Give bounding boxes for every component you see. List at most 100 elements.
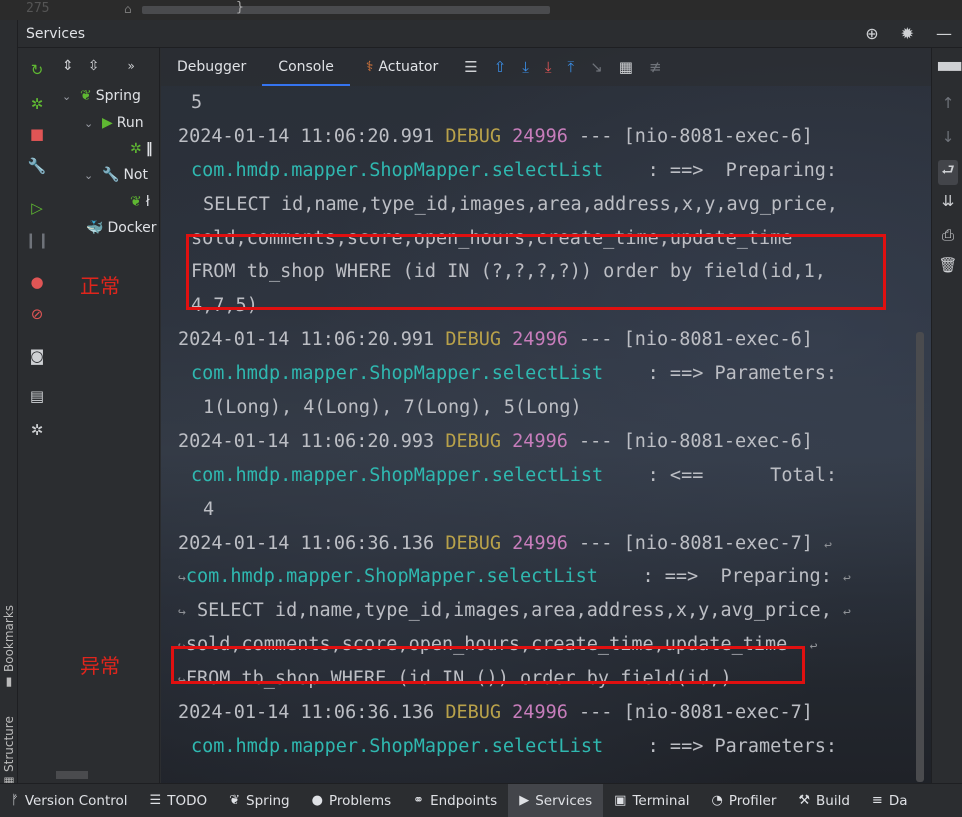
tab-debugger[interactable]: Debugger bbox=[161, 48, 262, 86]
bottom-tab-profiler[interactable]: ◔ Profiler bbox=[701, 784, 788, 817]
log-line: ↪com.hmdp.mapper.ShopMapper.selectList :… bbox=[178, 560, 918, 594]
bookmarks-tool-tab[interactable]: ▮ Bookmarks bbox=[0, 580, 18, 690]
log-thread: [nio-8081-exec-7] bbox=[623, 532, 813, 554]
tab-label: Debugger bbox=[177, 59, 247, 75]
tab-console[interactable]: Console bbox=[262, 48, 350, 86]
gear-icon[interactable]: ✹ bbox=[901, 24, 914, 43]
bottom-tab-build[interactable]: ⚒ Build bbox=[787, 784, 861, 817]
tree-item-not-started[interactable]: ⌄ 🔧 Not bbox=[84, 167, 148, 183]
tab-actuator[interactable]: ⚕ Actuator bbox=[350, 48, 454, 86]
log-line: 2024-01-14 11:06:20.993 DEBUG 24996 --- … bbox=[178, 425, 918, 459]
debug-bug-icon[interactable]: ✲ bbox=[27, 94, 47, 114]
log-level: DEBUG bbox=[445, 430, 502, 452]
soft-wrap-start-icon: ↪ bbox=[178, 605, 186, 621]
database-icon: ≡ bbox=[871, 793, 883, 808]
warning-icon: ● bbox=[311, 793, 323, 808]
pause-icon[interactable]: ❙❙ bbox=[24, 230, 49, 250]
log-thread: [nio-8081-exec-6] bbox=[623, 430, 813, 452]
bottom-tab-label: Build bbox=[816, 792, 850, 809]
breakpoints-icon[interactable]: ● bbox=[27, 272, 47, 292]
bottom-tab-todo[interactable]: ☰ TODO bbox=[139, 784, 219, 817]
log-line: 1(Long), 4(Long), 7(Long), 5(Long) bbox=[178, 391, 918, 425]
bottom-tab-label: Terminal bbox=[632, 792, 690, 809]
log-separator: --- bbox=[579, 125, 613, 147]
log-timestamp: 2024-01-14 11:06:20.993 bbox=[178, 430, 435, 452]
soft-wrap-end-icon: ↩ bbox=[809, 639, 818, 655]
docker-icon: 🐳 bbox=[86, 220, 104, 236]
debug-bug-icon: ✲ bbox=[130, 141, 142, 157]
annotation-normal: 正常 bbox=[80, 274, 120, 298]
services-header: Services ⊕ ✹ — bbox=[18, 20, 962, 48]
log-text: 5 bbox=[191, 92, 203, 113]
bookmarks-label: Bookmarks bbox=[2, 604, 16, 672]
soft-wrap-end-icon: ↩ bbox=[824, 537, 832, 553]
soft-wrap-icon[interactable]: ⮐ bbox=[938, 160, 958, 185]
console-vertical-scrollbar[interactable] bbox=[916, 332, 924, 782]
left-tool-stripe: ▮ Bookmarks ▦ Structure bbox=[0, 20, 18, 790]
tree-item-app-run[interactable]: ✲ ‖ bbox=[130, 141, 153, 157]
line-number: 275 bbox=[26, 1, 50, 16]
layout-icon[interactable]: ▤ bbox=[27, 386, 47, 406]
trace-icon[interactable]: ≢ bbox=[649, 58, 662, 76]
log-timestamp: 2024-01-14 11:06:20.991 bbox=[178, 329, 435, 351]
menu-icon[interactable]: ☰ bbox=[464, 58, 477, 76]
trash-icon[interactable]: 🗑 bbox=[938, 256, 958, 274]
settings-icon[interactable]: ✲ bbox=[27, 420, 47, 440]
hammer-icon: ⚒ bbox=[798, 793, 811, 808]
arrow-down-icon[interactable]: ↓ bbox=[938, 128, 958, 146]
minimize-icon[interactable]: — bbox=[936, 24, 952, 43]
expand-all-icon[interactable]: ⇕ bbox=[62, 58, 74, 74]
bottom-tab-spring[interactable]: ❦ Spring bbox=[218, 784, 300, 817]
run-to-cursor-icon[interactable]: ↘ bbox=[590, 58, 603, 76]
bottom-tab-endpoints[interactable]: ⚭ Endpoints bbox=[402, 784, 508, 817]
log-timestamp: 2024-01-14 11:06:36.136 bbox=[178, 532, 435, 554]
show-execution-point-icon[interactable]: ⇧ bbox=[494, 58, 507, 76]
log-pid: 24996 bbox=[512, 329, 568, 351]
log-line: 5 bbox=[178, 86, 918, 120]
tree-item-run[interactable]: ⌄ ▶ Run bbox=[84, 115, 144, 131]
target-icon[interactable]: ⊕ bbox=[865, 24, 878, 43]
bottom-tab-da[interactable]: ≡ Da bbox=[861, 784, 919, 817]
log-logger: com.hmdp.mapper.ShopMapper.selectList bbox=[185, 566, 598, 588]
bottom-tab-label: Da bbox=[888, 792, 908, 809]
collapse-all-icon[interactable]: ⇳ bbox=[88, 58, 100, 74]
resume-icon[interactable]: ▷ bbox=[27, 198, 47, 218]
layout-grid-icon[interactable]: ▀▀ bbox=[938, 62, 961, 80]
spring-leaf-icon: ❦ bbox=[229, 793, 241, 808]
wrench-icon[interactable]: 🔧 bbox=[27, 156, 47, 176]
bottom-tab-version-control[interactable]: ᚠ Version Control bbox=[0, 784, 139, 817]
log-logger: com.hmdp.mapper.ShopMapper.selectList bbox=[191, 464, 604, 486]
tree-horizontal-scrollbar[interactable] bbox=[56, 771, 88, 779]
step-over-icon[interactable]: ⤓ bbox=[522, 58, 529, 76]
rerun-icon[interactable]: ↻ bbox=[27, 60, 47, 80]
tree-item-docker[interactable]: 🐳 Docker bbox=[86, 220, 156, 236]
more-icon[interactable]: » bbox=[127, 59, 134, 73]
list-icon: ☰ bbox=[149, 793, 162, 808]
step-out-icon[interactable]: ⤒ bbox=[568, 58, 575, 76]
soft-wrap-end-icon: ↩ bbox=[842, 571, 851, 587]
step-into-icon[interactable]: ⤓ bbox=[545, 58, 552, 76]
bottom-tab-services[interactable]: ▶ Services bbox=[508, 784, 604, 817]
tree-item-label: Run bbox=[116, 115, 144, 131]
stop-icon[interactable]: ■ bbox=[27, 124, 47, 144]
print-icon[interactable]: ⎙ bbox=[938, 226, 958, 244]
tree-item-app-not-started[interactable]: ❦ ł bbox=[130, 194, 150, 210]
log-line: com.hmdp.mapper.ShopMapper.selectList : … bbox=[178, 459, 918, 493]
bottom-tab-problems[interactable]: ● Problems bbox=[301, 784, 403, 817]
structure-tool-tab[interactable]: ▦ Structure bbox=[0, 700, 18, 790]
bottom-tab-terminal[interactable]: ▣ Terminal bbox=[603, 784, 700, 817]
scroll-to-end-icon[interactable]: ⇊ bbox=[938, 192, 958, 210]
mute-breakpoints-icon[interactable]: ⊘ bbox=[27, 304, 47, 324]
tree-item-label: Spring bbox=[95, 88, 141, 104]
arrow-up-icon[interactable]: ↑ bbox=[938, 94, 958, 112]
bookmark-icon: ▮ bbox=[2, 676, 16, 690]
tree-item-spring[interactable]: ⌄ ❦ Spring bbox=[62, 88, 141, 104]
spring-leaf-icon: ❦ bbox=[130, 194, 142, 210]
chevron-down-icon: ⌄ bbox=[84, 168, 94, 182]
camera-icon[interactable]: ◙ bbox=[27, 346, 47, 366]
editor-remnant: 275 ⌂ } bbox=[0, 0, 962, 20]
evaluate-icon[interactable]: ▦ bbox=[619, 58, 633, 76]
code-brace: } bbox=[236, 0, 244, 15]
highlight-box-abnormal bbox=[171, 646, 805, 684]
editor-horizontal-scrollbar[interactable] bbox=[142, 6, 550, 14]
